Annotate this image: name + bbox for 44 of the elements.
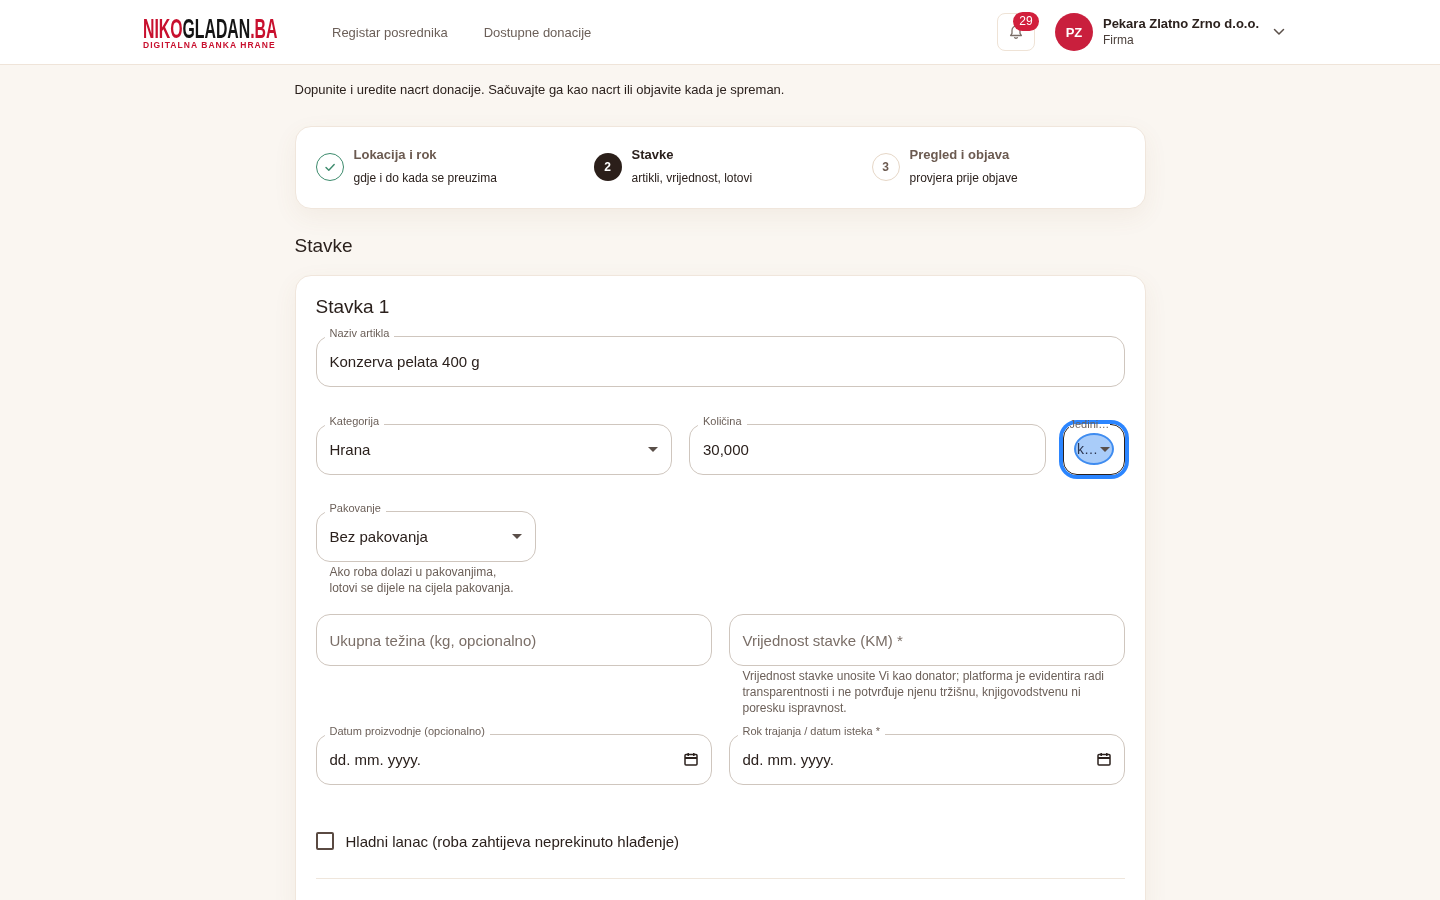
date-field[interactable]: Datum proizvodnje (opcionalno) dd. mm. yyyy.	[315, 725, 712, 785]
page-subtitle: Dopunite i uredite nacrt donacije. Sačuvajte ga kao nacrt ili objavite kada je spreman.	[294, 81, 786, 99]
caret-down-icon	[648, 446, 658, 452]
step-title: Pregled i objava	[909, 146, 1011, 164]
logo-wordmark[interactable]: NIKOGLADAN.BA	[143, 16, 279, 40]
avatar: PZ	[1054, 13, 1093, 51]
bell-icon	[1007, 24, 1024, 40]
field-label: Datum proizvodnje (opcionalno)	[328, 725, 486, 739]
chevron-down-icon[interactable]	[1273, 28, 1285, 36]
step-subtitle: artikli, vrijednost, lotovi	[631, 170, 753, 187]
step-subtitle: provjera prije objave	[909, 170, 1018, 187]
nav-link[interactable]: Dostupne donacije	[483, 24, 592, 40]
field-label: Kategorija	[328, 415, 381, 429]
input-field[interactable]: Naziv artikla Konzerva pelata 400 g	[315, 327, 1125, 387]
notification-count: 29	[1012, 12, 1039, 31]
step-number: 3	[871, 152, 900, 181]
account-role: Firma	[1102, 32, 1135, 48]
field-label: Količina	[702, 415, 743, 429]
account-name[interactable]: Pekara Zlatno Zrno d.o.o.	[1102, 16, 1259, 32]
date-field[interactable]: Rok trajanja / datum isteka * dd. mm. yyyy.	[728, 725, 1125, 785]
step-number: 2	[593, 152, 622, 181]
field-label: Naziv artikla	[328, 327, 391, 341]
logo-tagline: DIGITALNA BANKA HRANE	[143, 40, 276, 50]
nav-link[interactable]: Registar posrednika	[332, 24, 448, 40]
helper-text: Ako roba dolazi u pakovanjima, lotovi se dijele na cijela pakovanja.	[328, 564, 515, 596]
checkbox-label[interactable]: Hladni lanac (roba zahtijeva neprekinuto hlađenje)	[345, 832, 680, 850]
section-heading: Stavke	[294, 234, 354, 258]
calendar-icon[interactable]	[1096, 752, 1111, 766]
dropdown-field[interactable]: Kategorija Hrana	[315, 415, 672, 475]
checkbox[interactable]	[315, 832, 334, 850]
input-field[interactable]: Količina 30,000	[689, 415, 1046, 475]
dropdown-field[interactable]: Pakovanje Bez pakovanja	[315, 502, 536, 562]
step-subtitle: gdje i do kada se preuzima	[353, 170, 497, 187]
helper-text: Vrijednost stavke unosite Vi kao donator; platforma je evidentira radi transparentnosti i ne potvrđuje njenu tržišnu, knjigovodstvenu ni poresku ispravnost.	[741, 668, 1106, 716]
caret-down-icon	[511, 533, 522, 539]
field-label: Pakovanje	[328, 502, 382, 516]
field-label: Rok trajanja / datum isteka *	[741, 725, 882, 739]
calendar-icon[interactable]	[683, 752, 698, 766]
caret-down-icon	[1100, 446, 1110, 452]
item-title: Stavka 1	[315, 295, 391, 319]
step-title: Lokacija i rok	[353, 146, 438, 164]
input-field[interactable]: Ukupna težina (kg, opcionalno)	[315, 614, 712, 666]
input-field[interactable]: Vrijednost stavke (KM) *	[728, 614, 1125, 666]
step-title: Stavke	[631, 146, 675, 164]
